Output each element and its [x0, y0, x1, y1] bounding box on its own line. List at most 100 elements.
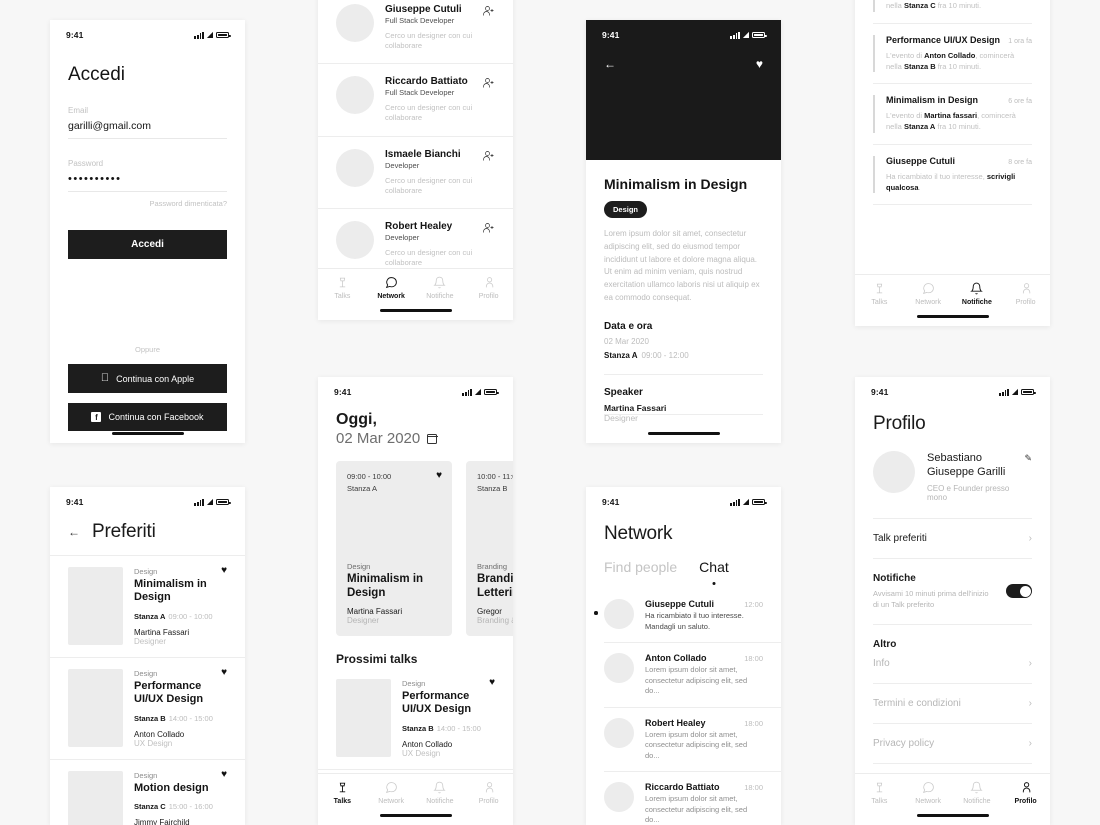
upcoming-talks-heading: Prossimi talks [336, 652, 418, 666]
list-item[interactable]: Robert Healey 18:00 Lorem ipsum dolor si… [586, 708, 781, 772]
list-item[interactable]: Minimalism in Design 6 ore fa L'evento d… [855, 84, 1050, 144]
tab-network[interactable]: Network [367, 781, 416, 805]
wifi-icon: ◢ [742, 30, 749, 39]
row-terms[interactable]: Termini e condizioni › [855, 684, 1050, 723]
talk-speaker-role: UX Design [134, 738, 173, 748]
list-item[interactable]: Riccardo Battiato 18:00 Lorem ipsum dolo… [586, 772, 781, 825]
list-item[interactable]: Design Performance UI/UX Design Stanza B… [50, 658, 245, 759]
bottom-tab-bar: Talks Network Notifiche Profilo [855, 274, 1050, 326]
profile-role: CEO e Founder presso mono [927, 483, 1010, 502]
login-submit-button[interactable]: Accedi [68, 230, 227, 259]
status-icons: ◢ [194, 498, 231, 506]
page-title: Profilo [873, 413, 926, 434]
continue-with-apple-button[interactable]:  Continua con Apple [68, 364, 227, 393]
tab-notifiche[interactable]: Notifiche [416, 781, 465, 805]
tab-label: Talks [871, 798, 888, 805]
tab-profilo[interactable]: Profilo [1001, 282, 1050, 306]
tab-talks[interactable]: Talks [318, 276, 367, 300]
row-favorite-talks[interactable]: Talk preferiti › [855, 519, 1050, 558]
talk-room-time: Stanza A 09:00 - 10:00 [134, 611, 213, 621]
list-item[interactable]: Design Performance UI/UX Design Stanza B… [318, 668, 513, 769]
tab-profilo[interactable]: Profilo [464, 781, 513, 805]
add-person-icon[interactable] [483, 221, 495, 233]
tab-label: Talks [333, 798, 352, 805]
tab-talks[interactable]: Talks [855, 781, 904, 805]
tab-profilo[interactable]: Profilo [1001, 781, 1050, 805]
favorite-heart-icon[interactable]: ♥ [756, 58, 763, 70]
status-icons: ◢ [999, 387, 1036, 396]
avatar [336, 220, 374, 259]
status-icons: ◢ [730, 498, 767, 506]
add-person-icon[interactable] [483, 149, 495, 161]
list-item[interactable]: Giuseppe Cutuli 12:00 Ha ricambiato il t… [586, 589, 781, 642]
favorite-heart-icon[interactable]: ♥ [489, 678, 495, 688]
home-indicator [379, 308, 452, 312]
list-item[interactable]: Anton Collado 18:00 Lorem ipsum dolor si… [586, 643, 781, 707]
list-item[interactable]: Motion design L'evento di Jimmy Fairchil… [855, 0, 1050, 23]
tab-notifiche[interactable]: Notifiche [953, 781, 1002, 805]
tab-network[interactable]: Network [904, 282, 953, 306]
talk-card[interactable]: 09:00 - 10:00 Stanza A ♥ Design Minimali… [336, 461, 452, 636]
calendar-icon[interactable] [426, 433, 438, 444]
person-bio: Cerco un designer con cui collaborare [385, 103, 473, 123]
favorite-heart-icon[interactable]: ♥ [436, 471, 442, 481]
tab-label: Talks [334, 293, 351, 300]
avatar [604, 717, 634, 748]
talk-card[interactable]: 10:00 - 11:00 Stanza B Branding Branding… [466, 461, 513, 636]
favorite-heart-icon[interactable]: ♥ [221, 769, 227, 780]
talk-room-time: Stanza B 14:00 - 15:00 [402, 723, 481, 733]
person-name: Robert Healey [385, 220, 453, 232]
continue-with-facebook-button[interactable]: f Continua con Facebook [68, 403, 227, 431]
list-item[interactable]: Giuseppe Cutuli 8 ore fa Ha ricambiato i… [855, 145, 1050, 205]
tab-talks[interactable]: Talks [855, 282, 904, 306]
row-info[interactable]: Info › [855, 652, 1050, 683]
tab-chat[interactable]: Chat [699, 559, 729, 585]
tab-find-people[interactable]: Find people [604, 559, 677, 575]
tab-network[interactable]: Network [904, 781, 953, 805]
tab-notifiche[interactable]: Notifiche [416, 276, 465, 300]
signal-icon [730, 498, 740, 506]
tab-label: Profilo [1015, 299, 1036, 306]
status-time: 9:41 [334, 387, 352, 397]
status-bar: 9:41 ◢ [586, 487, 781, 511]
list-item[interactable]: Performance UI/UX Design 1 ora fa L'even… [855, 24, 1050, 84]
row-privacy[interactable]: Privacy policy › [855, 724, 1050, 763]
password-input[interactable]: •••••••••• [68, 173, 227, 191]
list-item[interactable]: Design Minimalism in Design Stanza A 09:0… [50, 556, 245, 657]
avatar [873, 451, 915, 493]
back-arrow-icon[interactable]: ← [604, 58, 616, 70]
list-item[interactable]: Ismaele Bianchi Developer Cerco un desig… [318, 137, 513, 208]
email-input[interactable]: garilli@gmail.com [68, 120, 227, 138]
favorite-heart-icon[interactable]: ♥ [221, 667, 227, 678]
screen-network-chat: 9:41 ◢ Network Find people Chat Giuseppe [586, 487, 781, 825]
tab-profilo[interactable]: Profilo [464, 276, 513, 300]
list-item[interactable]: Riccardo Battiato Full Stack Developer C… [318, 64, 513, 135]
chevron-right-icon: › [1028, 738, 1032, 750]
status-icons: ◢ [730, 30, 767, 39]
list-item[interactable]: Design Motion design Stanza C 15:00 - 16:… [50, 760, 245, 825]
row-label: Talk preferiti [873, 532, 927, 544]
chevron-right-icon: › [1028, 698, 1032, 710]
favorite-heart-icon[interactable]: ♥ [221, 566, 227, 576]
tab-network[interactable]: Network [367, 276, 416, 300]
chat-preview: Lorem ipsum dolor sit amet, consectetur … [645, 794, 748, 824]
edit-pencil-icon[interactable]: ✎ [1024, 453, 1032, 464]
today-cards-carousel[interactable]: 09:00 - 10:00 Stanza A ♥ Design Minimali… [318, 447, 513, 636]
forgot-password-link[interactable]: Password dimenticata? [68, 199, 227, 208]
tab-notifiche[interactable]: Notifiche [953, 282, 1002, 306]
screen-talk-detail: 9:41 ◢ ← ♥ Minimalism in Design Design L… [586, 20, 781, 443]
profile-name: Sebastiano Giuseppe Garilli [927, 452, 1006, 479]
email-field-group: Email garilli@gmail.com [68, 106, 227, 139]
screens-canvas: 9:41 ◢ Accedi Email garilli@gmail.com Pa… [0, 0, 1100, 825]
wifi-icon: ◢ [1011, 387, 1018, 396]
tab-label: Notifiche [426, 798, 454, 805]
add-person-icon[interactable] [483, 76, 495, 88]
back-arrow-icon[interactable]: ← [68, 526, 80, 538]
add-person-icon[interactable] [483, 4, 495, 16]
notifications-toggle[interactable] [1006, 584, 1032, 599]
avatar [604, 653, 634, 683]
list-item[interactable]: Giuseppe Cutuli Full Stack Developer Cer… [318, 0, 513, 63]
tab-talks[interactable]: Talks [318, 781, 367, 805]
person-icon [1023, 283, 1031, 294]
screen-profile: 9:41 ◢ Profilo Sebastiano Giuseppe Garil… [855, 377, 1050, 825]
